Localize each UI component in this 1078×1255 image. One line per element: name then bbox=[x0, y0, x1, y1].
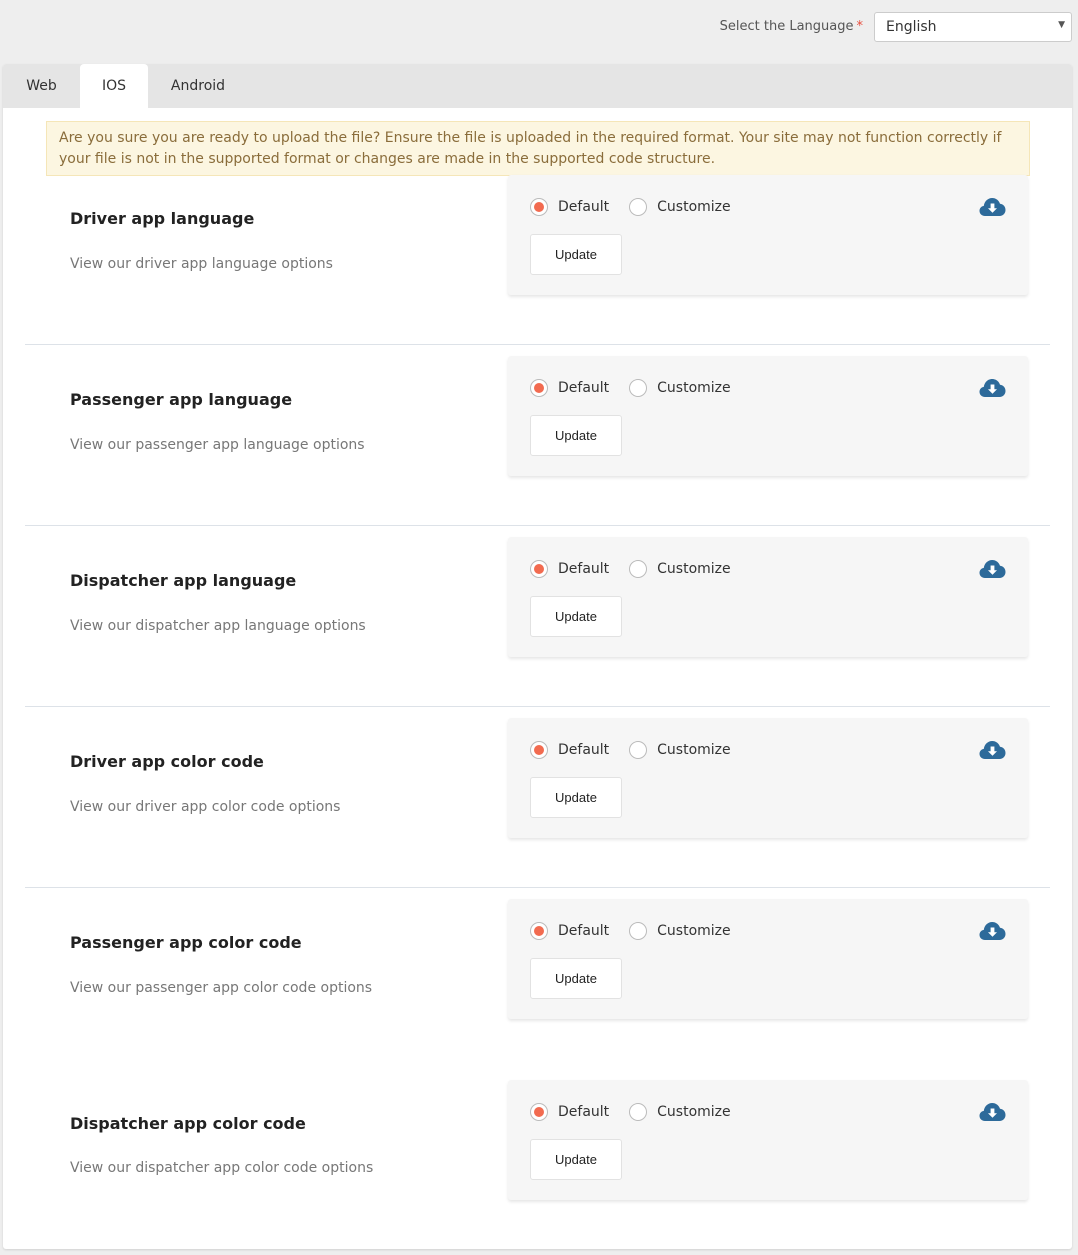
setting-title: Passenger app color code bbox=[70, 933, 302, 952]
radio-default[interactable]: Default bbox=[530, 1103, 609, 1121]
cloud-download-icon[interactable] bbox=[979, 197, 1006, 217]
radio-customize-label: Customize bbox=[657, 742, 731, 758]
radio-default-indicator[interactable] bbox=[530, 741, 548, 759]
radio-default-label: Default bbox=[558, 380, 610, 396]
radio-customize-label: Customize bbox=[657, 199, 731, 215]
mode-radio-group: Default Customize bbox=[530, 922, 751, 940]
setting-description: View our dispatcher app color code optio… bbox=[70, 1160, 374, 1176]
radio-default-indicator[interactable] bbox=[530, 922, 548, 940]
main-panel: Web IOS Android Are you sure you are rea… bbox=[3, 64, 1072, 1249]
radio-default-indicator[interactable] bbox=[530, 1103, 548, 1121]
radio-default-label: Default bbox=[558, 561, 610, 577]
radio-customize[interactable]: Customize bbox=[629, 198, 731, 216]
update-button[interactable]: Update bbox=[530, 415, 622, 456]
cloud-download-icon[interactable] bbox=[979, 559, 1006, 579]
radio-customize[interactable]: Customize bbox=[629, 741, 731, 759]
setting-row-3: Dispatcher app language View our dispatc… bbox=[25, 526, 1050, 707]
setting-card: Default Customize Update bbox=[508, 1080, 1028, 1200]
radio-default[interactable]: Default bbox=[530, 560, 609, 578]
mode-radio-group: Default Customize bbox=[530, 379, 751, 397]
setting-description: View our driver app language options bbox=[70, 256, 333, 272]
language-label: Select the Language * bbox=[720, 19, 863, 34]
radio-default-label: Default bbox=[558, 742, 610, 758]
radio-default-indicator[interactable] bbox=[530, 198, 548, 216]
radio-default-indicator[interactable] bbox=[530, 560, 548, 578]
language-selected-value: English bbox=[886, 19, 937, 35]
update-button[interactable]: Update bbox=[530, 958, 622, 999]
setting-title: Driver app language bbox=[70, 209, 255, 228]
language-label-text: Select the Language bbox=[719, 19, 854, 34]
language-select[interactable]: English ▼ bbox=[874, 12, 1072, 42]
setting-title: Dispatcher app language bbox=[70, 571, 297, 590]
mode-radio-group: Default Customize bbox=[530, 741, 751, 759]
radio-default[interactable]: Default bbox=[530, 922, 609, 940]
radio-customize-indicator[interactable] bbox=[629, 198, 648, 216]
setting-description: View our dispatcher app language options bbox=[70, 618, 366, 634]
radio-default[interactable]: Default bbox=[530, 379, 609, 397]
setting-title: Driver app color code bbox=[70, 752, 264, 771]
radio-default-label: Default bbox=[558, 199, 610, 215]
cloud-download-icon[interactable] bbox=[979, 740, 1006, 760]
update-button[interactable]: Update bbox=[530, 1139, 622, 1180]
setting-card: Default Customize Update bbox=[508, 356, 1028, 476]
tab-web[interactable]: Web bbox=[3, 64, 80, 108]
tab-ios[interactable]: IOS bbox=[80, 64, 148, 108]
setting-title: Dispatcher app color code bbox=[70, 1114, 306, 1133]
radio-default-label: Default bbox=[558, 1104, 610, 1120]
radio-customize[interactable]: Customize bbox=[629, 379, 731, 397]
radio-default[interactable]: Default bbox=[530, 741, 609, 759]
cloud-download-icon[interactable] bbox=[979, 378, 1006, 398]
radio-customize-indicator[interactable] bbox=[629, 1103, 648, 1121]
setting-row-6: Dispatcher app color code View our dispa… bbox=[25, 1069, 1050, 1250]
cloud-download-icon[interactable] bbox=[979, 921, 1006, 941]
radio-customize[interactable]: Customize bbox=[629, 1103, 731, 1121]
setting-description: View our passenger app language options bbox=[70, 437, 365, 453]
cloud-download-icon[interactable] bbox=[979, 1102, 1006, 1122]
radio-customize-label: Customize bbox=[657, 380, 731, 396]
mode-radio-group: Default Customize bbox=[530, 1103, 751, 1121]
radio-customize-label: Customize bbox=[657, 923, 731, 939]
setting-card: Default Customize Update bbox=[508, 718, 1028, 838]
setting-row-5: Passenger app color code View our passen… bbox=[25, 888, 1050, 1069]
dropdown-caret-icon: ▼ bbox=[1058, 20, 1065, 30]
setting-row-1: Driver app language View our driver app … bbox=[25, 164, 1050, 345]
update-button[interactable]: Update bbox=[530, 596, 622, 637]
required-mark: * bbox=[856, 19, 864, 34]
radio-customize-label: Customize bbox=[657, 561, 731, 577]
setting-card: Default Customize Update bbox=[508, 537, 1028, 657]
update-button[interactable]: Update bbox=[530, 777, 622, 818]
setting-row-4: Driver app color code View our driver ap… bbox=[25, 707, 1050, 888]
radio-customize-indicator[interactable] bbox=[629, 741, 648, 759]
radio-customize-indicator[interactable] bbox=[629, 560, 648, 578]
tab-android[interactable]: Android bbox=[148, 64, 248, 108]
radio-customize-indicator[interactable] bbox=[629, 922, 648, 940]
radio-default-indicator[interactable] bbox=[530, 379, 548, 397]
radio-customize-indicator[interactable] bbox=[629, 379, 648, 397]
setting-description: View our passenger app color code option… bbox=[70, 980, 373, 996]
setting-description: View our driver app color code options bbox=[70, 799, 341, 815]
update-button[interactable]: Update bbox=[530, 234, 622, 275]
radio-default[interactable]: Default bbox=[530, 198, 609, 216]
radio-default-label: Default bbox=[558, 923, 610, 939]
mode-radio-group: Default Customize bbox=[530, 198, 751, 216]
top-bar: Select the Language * English ▼ bbox=[0, 0, 1078, 56]
setting-row-2: Passenger app language View our passenge… bbox=[25, 345, 1050, 526]
platform-tabs: Web IOS Android bbox=[3, 64, 1072, 108]
setting-card: Default Customize Update bbox=[508, 899, 1028, 1019]
radio-customize[interactable]: Customize bbox=[629, 922, 731, 940]
radio-customize-label: Customize bbox=[657, 1104, 731, 1120]
radio-customize[interactable]: Customize bbox=[629, 560, 731, 578]
mode-radio-group: Default Customize bbox=[530, 560, 751, 578]
setting-card: Default Customize Update bbox=[508, 175, 1028, 295]
setting-title: Passenger app language bbox=[70, 390, 293, 409]
